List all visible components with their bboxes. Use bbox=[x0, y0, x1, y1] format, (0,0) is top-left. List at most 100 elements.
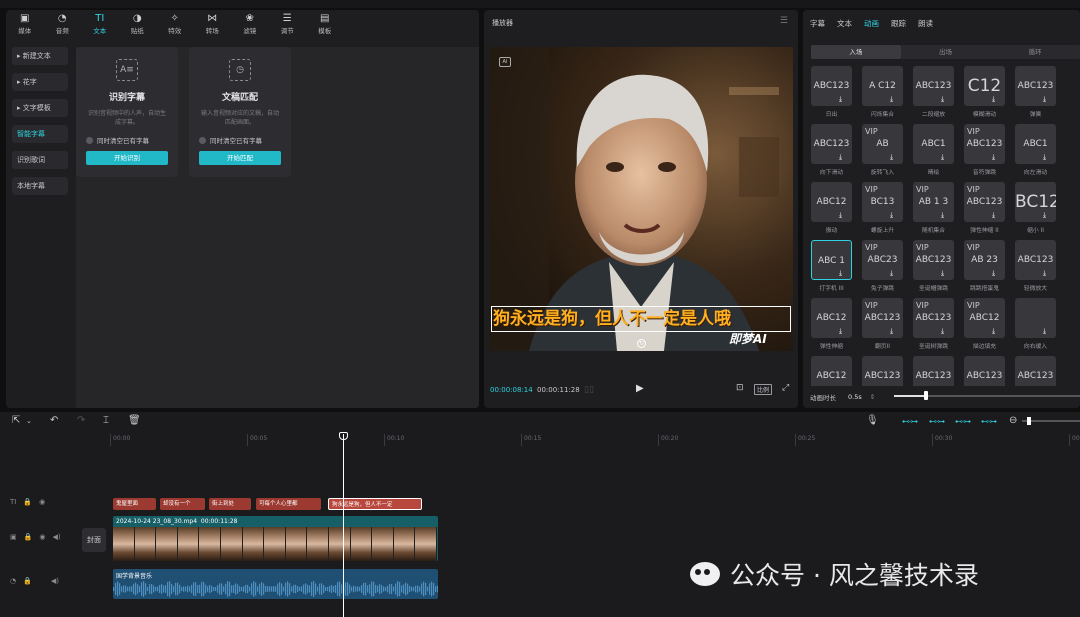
snap-icon[interactable]: ⊷⊶ bbox=[929, 417, 945, 426]
chevron-down-icon[interactable]: ⌄ bbox=[26, 417, 32, 425]
speaker-icon[interactable]: ◀) bbox=[51, 577, 59, 585]
animation-item[interactable]: ABC123⤓ bbox=[1015, 356, 1056, 386]
download-icon[interactable]: ⤓ bbox=[992, 327, 995, 336]
download-icon[interactable]: ⤓ bbox=[992, 95, 995, 104]
animation-item[interactable]: ABC123 VIP ⤓ 音符弹跳 bbox=[964, 124, 1005, 176]
cover-button[interactable]: 封面 bbox=[82, 528, 106, 552]
audio-clip[interactable]: 国学背景音乐 bbox=[113, 569, 438, 599]
subtab-out[interactable]: 出场 bbox=[901, 45, 991, 59]
download-icon[interactable]: ⤓ bbox=[1043, 95, 1046, 104]
tab-adjust[interactable]: ☰ 调节 bbox=[269, 10, 307, 38]
download-icon[interactable]: ⤓ bbox=[1043, 327, 1046, 336]
animation-item[interactable]: BC13 VIP ⤓ 螺旋上升 bbox=[862, 182, 903, 234]
ratio-button[interactable]: 比例 bbox=[754, 384, 773, 395]
download-icon[interactable]: ⤓ bbox=[1043, 211, 1046, 220]
tab-media[interactable]: ▣ 媒体 bbox=[6, 10, 44, 38]
tab-tracking[interactable]: 跟踪 bbox=[891, 18, 906, 29]
video-preview[interactable]: AI 狗永远是狗，但人不一定是人哦 即梦AI ↻ bbox=[489, 47, 793, 351]
tab-captions[interactable]: 字幕 bbox=[810, 18, 825, 29]
animation-item[interactable]: ABC123 ⤓ 向下滑动 bbox=[811, 124, 852, 176]
animation-item[interactable]: ABC123 ⤓ 弹簧 bbox=[1015, 66, 1056, 118]
download-icon[interactable]: ⤓ bbox=[839, 385, 842, 386]
video-clip[interactable]: 2024-10-24 23_08_30.mp4 00:00:11:28 bbox=[113, 516, 438, 561]
sidenav-item-new-text[interactable]: ▸ 新建文本 bbox=[12, 47, 68, 65]
delete-icon[interactable]: 🗑 bbox=[128, 415, 141, 426]
start-match-button[interactable]: 开始匹配 bbox=[199, 151, 281, 165]
linkage-icon[interactable]: ⊷⊶ bbox=[955, 417, 971, 426]
sidenav-item-fancy-text[interactable]: ▸ 花字 bbox=[12, 73, 68, 91]
download-icon[interactable]: ⤓ bbox=[839, 95, 842, 104]
caption-clip[interactable]: 可每个人心里都 bbox=[256, 498, 321, 510]
stepper-icon[interactable]: ⇕ bbox=[870, 393, 875, 401]
preview-axis-icon[interactable]: ⊷⊶ bbox=[981, 417, 997, 426]
download-icon[interactable]: ⤓ bbox=[890, 211, 893, 220]
fit-screen-icon[interactable]: ⊡ bbox=[736, 383, 744, 393]
duration-slider-handle[interactable] bbox=[924, 391, 928, 400]
download-icon[interactable]: ⤓ bbox=[839, 269, 842, 278]
tab-effects[interactable]: ✧ 特效 bbox=[156, 10, 194, 38]
animation-item[interactable]: ABC12 ⤓ 振动 bbox=[811, 182, 852, 234]
time-ruler[interactable]: 00:00 00:05 00:10 00:15 00:20 00:25 00:30 00:35 bbox=[110, 434, 1080, 446]
animation-item[interactable]: ABC 1 ⤓ 打字机 III bbox=[811, 240, 852, 292]
eye-icon[interactable]: ◉ bbox=[39, 533, 45, 541]
download-icon[interactable]: ⤓ bbox=[890, 385, 893, 386]
play-icon[interactable]: ▶ bbox=[636, 383, 644, 394]
download-icon[interactable]: ⤓ bbox=[839, 153, 842, 162]
zoom-out-icon[interactable]: ⊖ bbox=[1009, 415, 1017, 426]
clear-captions-checkbox[interactable]: 同时清空已有字幕 bbox=[86, 135, 178, 145]
lock-icon[interactable]: 🔒 bbox=[24, 533, 33, 541]
animation-item[interactable]: ABC123 ⤓ 二段缩放 bbox=[913, 66, 954, 118]
download-icon[interactable]: ⤓ bbox=[1043, 269, 1046, 278]
download-icon[interactable]: ⤓ bbox=[890, 153, 893, 162]
tab-transition[interactable]: ⋈ 转场 bbox=[194, 10, 232, 38]
tab-sticker[interactable]: ◑ 贴纸 bbox=[119, 10, 157, 38]
tab-template[interactable]: ▤ 模板 bbox=[306, 10, 344, 38]
animation-item[interactable]: AB 23 VIP ⤓ 跳跳搭蛋鬼 bbox=[964, 240, 1005, 292]
animation-item[interactable]: ABC123 ⤓ 日出 bbox=[811, 66, 852, 118]
animation-item[interactable]: ABC123⤓ bbox=[862, 356, 903, 386]
download-icon[interactable]: ⤓ bbox=[941, 153, 944, 162]
download-icon[interactable]: ⤓ bbox=[941, 211, 944, 220]
tab-text-props[interactable]: 文本 bbox=[837, 18, 852, 29]
caption-clip[interactable]: 鬼屋里面 bbox=[113, 498, 156, 510]
subtab-in[interactable]: 入场 bbox=[811, 45, 901, 59]
download-icon[interactable]: ⤓ bbox=[1043, 385, 1046, 386]
download-icon[interactable]: ⤓ bbox=[941, 385, 944, 386]
animation-item[interactable]: AB 1 3 VIP ⤓ 随机集合 bbox=[913, 182, 954, 234]
eye-icon[interactable]: ◉ bbox=[39, 498, 45, 506]
link-tool-icon[interactable]: ⊷⊶ bbox=[902, 417, 918, 426]
animation-item[interactable]: ABC123 VIP ⤓ 弹性伸缩 II bbox=[964, 182, 1005, 234]
duration-value[interactable]: 0.5s bbox=[848, 393, 862, 401]
download-icon[interactable]: ⤓ bbox=[992, 269, 995, 278]
download-icon[interactable]: ⤓ bbox=[839, 327, 842, 336]
download-icon[interactable]: ⤓ bbox=[992, 385, 995, 386]
animation-item[interactable]: ABC123 VIP ⤓ 圣诞帽弹跳 bbox=[913, 240, 954, 292]
caption-clip[interactable]: 却没有一个 bbox=[160, 498, 205, 510]
zoom-slider-handle[interactable] bbox=[1027, 417, 1031, 425]
animation-item[interactable]: ABC123 VIP ⤓ 翻页II bbox=[862, 298, 903, 350]
animation-item[interactable]: BC12 ⤓ 缩小 II bbox=[1015, 182, 1056, 234]
lock-icon[interactable]: 🔒 bbox=[23, 577, 32, 585]
animation-item[interactable]: ABC1 ⤓ 晴绘 bbox=[913, 124, 954, 176]
animation-item[interactable]: ABC123 ⤓ 轻微放大 bbox=[1015, 240, 1056, 292]
tab-text[interactable]: TI 文本 bbox=[81, 10, 119, 38]
rotate-handle-icon[interactable]: ↻ bbox=[637, 339, 646, 348]
fullscreen-icon[interactable]: ⤢ bbox=[782, 383, 789, 393]
clear-captions-checkbox[interactable]: 同时清空已有字幕 bbox=[199, 135, 291, 145]
animation-item[interactable]: ABC123 VIP ⤓ 圣诞树弹跳 bbox=[913, 298, 954, 350]
undo-icon[interactable]: ↶ bbox=[50, 415, 58, 426]
caption-clip[interactable]: 街上到处 bbox=[209, 498, 251, 510]
animation-item[interactable]: C12 ⤓ 模糊滑动 bbox=[964, 66, 1005, 118]
download-icon[interactable]: ⤓ bbox=[890, 269, 893, 278]
animation-item[interactable]: ABC123⤓ bbox=[913, 356, 954, 386]
animation-item[interactable]: ABC1 ⤓ 向左滑动 bbox=[1015, 124, 1056, 176]
animation-item[interactable]: A C12 ⤓ 闪烁集合 bbox=[862, 66, 903, 118]
download-icon[interactable]: ⤓ bbox=[839, 211, 842, 220]
mic-icon[interactable]: 🎙 bbox=[866, 415, 879, 426]
tab-filter[interactable]: ❀ 滤镜 bbox=[231, 10, 269, 38]
sidenav-item-lyrics[interactable]: 识别歌词 bbox=[12, 151, 68, 169]
download-icon[interactable]: ⤓ bbox=[1043, 153, 1046, 162]
download-icon[interactable]: ⤓ bbox=[992, 153, 995, 162]
animation-item[interactable]: ABC12 VIP ⤓ 描边填充 bbox=[964, 298, 1005, 350]
tab-read-aloud[interactable]: 朗读 bbox=[918, 18, 933, 29]
